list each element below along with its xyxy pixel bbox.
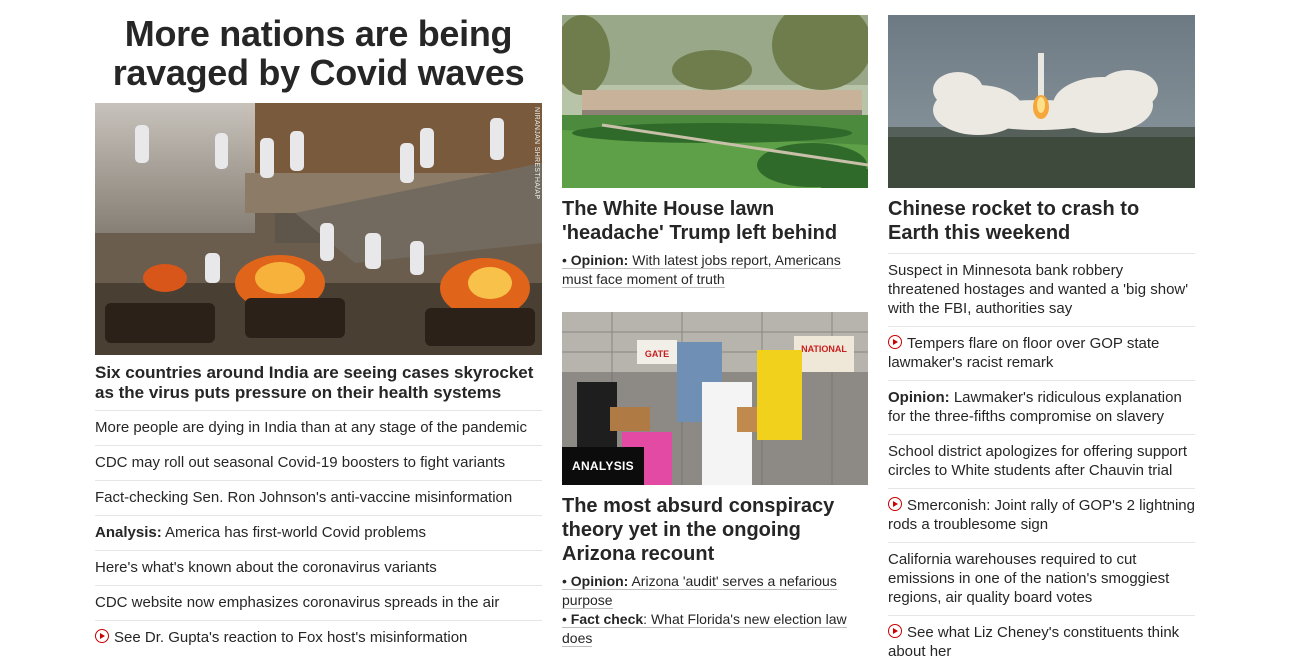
opinion-label: Opinion: <box>570 252 629 268</box>
story-text: California warehouses required to cut em… <box>888 551 1170 606</box>
cremation-photo-art <box>95 103 542 355</box>
story-text: Tempers flare on floor over GOP state la… <box>888 335 1160 371</box>
cremation-photo[interactable]: NIRANJAN SHRESTHA/AP <box>95 103 542 355</box>
story-link[interactable]: See what Liz Cheney's constituents think… <box>888 616 1195 669</box>
story-link[interactable]: Fact-checking Sen. Ron Johnson's anti-va… <box>95 481 542 516</box>
white-house-headline[interactable]: The White House lawn 'headache' Trump le… <box>562 197 868 245</box>
story-link[interactable]: See Dr. Gupta's reaction to Fox host's m… <box>95 621 542 655</box>
story-text: Fact-checking Sen. Ron Johnson's anti-va… <box>95 489 513 506</box>
white-house-lawn-photo[interactable] <box>562 15 868 188</box>
story-prefix: Analysis: <box>95 524 162 541</box>
story-text: Smerconish: Joint rally of GOP's 2 light… <box>888 497 1195 533</box>
story-text: Suspect in Minnesota bank robbery threat… <box>888 262 1189 317</box>
play-video-icon <box>888 624 902 638</box>
story-text: School district apologizes for offering … <box>888 443 1188 479</box>
middle-column: The White House lawn 'headache' Trump le… <box>562 0 868 648</box>
play-video-icon <box>95 629 109 643</box>
story-text: See Dr. Gupta's reaction to Fox host's m… <box>114 629 468 646</box>
story-link[interactable]: Suspect in Minnesota bank robbery threat… <box>888 254 1195 327</box>
story-link[interactable]: Smerconish: Joint rally of GOP's 2 light… <box>888 489 1195 543</box>
image-credit: NIRANJAN SHRESTHA/AP <box>533 107 540 200</box>
lead-headline[interactable]: Six countries around India are seeing ca… <box>95 355 542 411</box>
story-link[interactable]: School district apologizes for offering … <box>888 435 1195 489</box>
story-link[interactable]: Here's what's known about the coronaviru… <box>95 551 542 586</box>
story-text: CDC website now emphasizes coronavirus s… <box>95 594 500 611</box>
right-column: Chinese rocket to crash to Earth this we… <box>888 0 1195 669</box>
rocket-launch-photo-art <box>888 15 1195 188</box>
bullet: • <box>562 611 571 627</box>
story-link[interactable]: CDC website now emphasizes coronavirus s… <box>95 586 542 621</box>
story-text: America has first-world Covid problems <box>161 524 426 541</box>
story-link[interactable]: CDC may roll out seasonal Covid-19 boost… <box>95 446 542 481</box>
opinion-label: Opinion: <box>570 573 629 589</box>
story-link[interactable]: California warehouses required to cut em… <box>888 543 1195 616</box>
related-stories-list: More people are dying in India than at a… <box>95 411 542 655</box>
arizona-headline[interactable]: The most absurd conspiracy theory yet in… <box>562 494 868 566</box>
play-video-icon <box>888 497 902 511</box>
fact-check-label: Fact check <box>570 611 644 627</box>
story-text: More people are dying in India than at a… <box>95 419 527 436</box>
rocket-headline[interactable]: Chinese rocket to crash to Earth this we… <box>888 197 1195 253</box>
fact-check-link[interactable]: • Fact check: What Florida's new electio… <box>562 610 868 648</box>
rocket-launch-photo[interactable] <box>888 15 1195 188</box>
bullet: • <box>562 252 571 268</box>
story-prefix: Opinion: <box>888 389 950 406</box>
white-house-lawn-photo-art <box>562 15 868 188</box>
gate-sign: GATE <box>645 349 669 359</box>
story-link[interactable]: More people are dying in India than at a… <box>95 411 542 446</box>
play-video-icon <box>888 335 902 349</box>
bullet: • <box>562 573 571 589</box>
story-link[interactable]: Tempers flare on floor over GOP state la… <box>888 327 1195 381</box>
section-title[interactable]: More nations are being ravaged by Covid … <box>95 14 542 103</box>
opinion-jobs-link[interactable]: • Opinion: With latest jobs report, Amer… <box>562 251 868 289</box>
analysis-badge: ANALYSIS <box>562 447 644 485</box>
right-stories-list: Suspect in Minnesota bank robbery threat… <box>888 254 1195 669</box>
story-text: CDC may roll out seasonal Covid-19 boost… <box>95 454 506 471</box>
story-link[interactable]: Analysis: America has first-world Covid … <box>95 516 542 551</box>
national-sign: NATIONAL <box>801 344 847 354</box>
covid-section: More nations are being ravaged by Covid … <box>95 0 542 655</box>
story-text: Here's what's known about the coronaviru… <box>95 559 437 576</box>
story-link[interactable]: Opinion: Lawmaker's ridiculous explanati… <box>888 381 1195 435</box>
story-text: See what Liz Cheney's constituents think… <box>888 624 1180 660</box>
arizona-recount-photo[interactable]: GATE NATIONAL ANALYSIS <box>562 312 868 485</box>
opinion-arizona-link[interactable]: • Opinion: Arizona 'audit' serves a nefa… <box>562 572 868 610</box>
